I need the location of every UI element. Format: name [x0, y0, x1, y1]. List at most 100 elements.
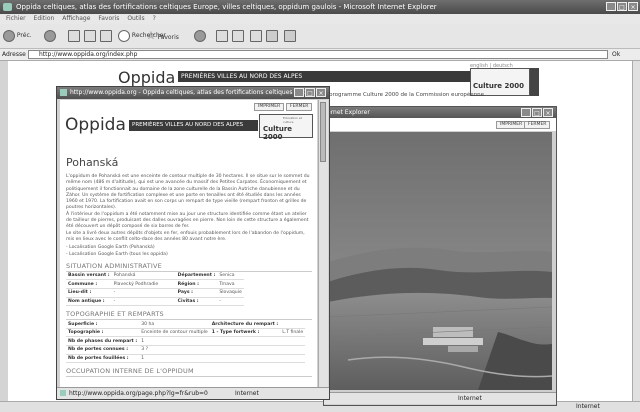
- menu-item-tools[interactable]: Outils: [127, 15, 144, 22]
- popup-minimize-button[interactable]: _: [294, 88, 304, 97]
- history-button[interactable]: [194, 29, 206, 43]
- photo-status-zone: Internet: [458, 395, 482, 402]
- menu-item-favorites[interactable]: Favoris: [98, 15, 119, 22]
- popup-body: Pohanská L'oppidum de Pohanská est une e…: [66, 156, 312, 378]
- home-icon: [100, 29, 112, 42]
- admin-table: Bassin versant : Pohanská Département : Sen…: [66, 271, 244, 307]
- table-row: Nb de portes connues :3 ?: [66, 345, 306, 355]
- edit-icon: [250, 29, 262, 42]
- table-row: Nb de portes fouillées :1: [66, 354, 306, 364]
- address-label: Adresse: [2, 51, 26, 58]
- mail-button[interactable]: [216, 29, 228, 43]
- photo-window-title: ernet Explorer: [327, 109, 370, 116]
- page-icon: [60, 390, 66, 396]
- messenger-icon: [284, 29, 296, 42]
- popup-tagline: PREMIÈRES VILLES AU NORD DES ALPES: [129, 120, 258, 131]
- table-row: Commune : Plavecký Podhradie Région : Trnav…: [66, 279, 244, 290]
- history-icon: [194, 29, 206, 42]
- menu-item-help[interactable]: ?: [153, 15, 156, 22]
- topography-table: Superficie :30 ha Architecture du rempart…: [66, 320, 306, 364]
- photo-maximize-button[interactable]: □: [532, 108, 542, 117]
- aerial-photo: [328, 132, 552, 390]
- photo-close-button[interactable]: ×: [543, 108, 553, 117]
- popup-logo: Oppida: [65, 115, 126, 135]
- background-tagline: PREMIÈRES VILLES AU NORD DES ALPES: [178, 71, 471, 82]
- main-title-bar: Oppida celtiques, atlas des fortificatio…: [0, 0, 640, 14]
- menu-item-edit[interactable]: Edition: [34, 15, 55, 22]
- popup-culture-logo: Culture 2000: [263, 125, 293, 141]
- popup-close-link[interactable]: FERMER: [286, 103, 313, 111]
- home-button[interactable]: [100, 29, 112, 43]
- section-topography: TOPOGRAPHIE ET REMPARTS: [66, 310, 312, 321]
- popup-scroll-thumb[interactable]: [320, 102, 326, 162]
- popup-status-url: http://www.oppida.org/page.php?lg=fr&rub…: [69, 390, 208, 397]
- table-row: Nb de phases du rempart :1: [66, 336, 306, 346]
- popup-window: http://www.oppida.org - Oppida celtiques…: [56, 86, 330, 400]
- address-bar: Adresse http://www.oppida.org/index.php …: [0, 49, 640, 61]
- photo-minimize-button[interactable]: _: [521, 108, 531, 117]
- popup-ie-icon: [60, 89, 67, 96]
- popup-close-button[interactable]: ×: [316, 88, 326, 97]
- popup-status-zone: Internet: [235, 390, 259, 397]
- print-button[interactable]: [232, 29, 244, 43]
- section-occupation: OCCUPATION INTERNE DE L'OPPIDUM: [66, 367, 312, 378]
- popup-print-button[interactable]: IMPRIMER: [254, 103, 285, 111]
- popup-maximize-button[interactable]: □: [305, 88, 315, 97]
- side-strip: [530, 68, 539, 96]
- menu-item-file[interactable]: Fichier: [6, 15, 26, 22]
- paragraph-1: L'oppidum de Pohanská est une enceinte d…: [66, 174, 310, 211]
- favorites-button[interactable]: ☆ Favoris: [146, 29, 179, 43]
- popup-culture-small: Education et culture: [283, 116, 302, 124]
- popup-status-bar: http://www.oppida.org/page.php?lg=fr&rub…: [57, 387, 329, 399]
- stop-icon: [68, 29, 80, 42]
- popup-toolbar: IMPRIMER FERMER: [60, 100, 317, 111]
- culture-logo: Culture 2000: [473, 82, 524, 90]
- refresh-button[interactable]: [84, 29, 96, 43]
- program-text: programme Culture 2000 de la Commission …: [329, 92, 485, 98]
- star-icon: ☆: [146, 29, 156, 42]
- photo-print-button[interactable]: IMPRIMER: [496, 121, 527, 129]
- discuss-icon: [266, 29, 278, 42]
- table-row: Topographie : Enceinte de contour multipl…: [66, 328, 306, 338]
- popup-scrollbar[interactable]: [318, 100, 328, 387]
- popup-page: IMPRIMER FERMER Oppida PREMIÈRES VILLES …: [60, 100, 317, 387]
- popup-banner: Oppida PREMIÈRES VILLES AU NORD DES ALPE…: [63, 112, 313, 141]
- forward-button[interactable]: [44, 29, 56, 43]
- section-admin: SITUATION ADMINISTRATIVE: [66, 262, 312, 272]
- stop-button[interactable]: [68, 29, 80, 43]
- table-row: Lieu-dit : - Pays : Slovaquie: [66, 288, 244, 298]
- background-logo: Oppida: [118, 68, 176, 87]
- photo-status-bar: Internet: [324, 392, 556, 404]
- google-earth-link-all[interactable]: - Localisation Google Earth (tous les op…: [66, 252, 312, 258]
- table-row: Superficie :30 ha Architecture du rempart…: [66, 320, 306, 329]
- go-button[interactable]: Ok: [612, 49, 620, 60]
- paragraph-2: À l'intérieur de l'oppidum a été notamme…: [66, 211, 309, 230]
- menu-bar: Fichier Edition Affichage Favoris Outils…: [0, 14, 640, 24]
- photo-window: ernet Explorer _ □ × IMPRIMER FERMER Int…: [323, 106, 557, 406]
- popup-title: http://www.oppida.org - Oppida celtiques…: [70, 89, 310, 96]
- aerial-photo-image: [328, 132, 552, 390]
- print-icon: [232, 29, 244, 42]
- address-input[interactable]: http://www.oppida.org/index.php: [28, 50, 608, 59]
- ie-icon: [3, 3, 12, 11]
- table-row: Bassin versant : Pohanská Département : Sen…: [66, 271, 244, 281]
- minimize-button[interactable]: _: [606, 2, 616, 11]
- mail-icon: [216, 29, 228, 42]
- main-window-title: Oppida celtiques, atlas des fortificatio…: [16, 3, 437, 11]
- photo-toolbar: IMPRIMER FERMER: [324, 118, 556, 131]
- discuss-button[interactable]: [266, 29, 278, 43]
- back-button[interactable]: Préc.: [3, 29, 32, 43]
- main-scrollbar[interactable]: [632, 61, 640, 401]
- menu-item-view[interactable]: Affichage: [62, 15, 90, 22]
- paragraph-3: Le site a livré deux autres dépôts d'obj…: [66, 230, 305, 242]
- forward-icon: [44, 29, 56, 42]
- search-icon: [118, 29, 130, 42]
- site-heading: Pohanská: [66, 156, 119, 169]
- back-icon: [3, 29, 15, 42]
- close-button[interactable]: ×: [628, 2, 638, 11]
- messenger-button[interactable]: [284, 29, 296, 43]
- toolbar: Préc. Rechercher ☆ Favoris: [0, 24, 640, 49]
- edit-button[interactable]: [250, 29, 262, 43]
- maximize-button[interactable]: □: [617, 2, 627, 11]
- photo-close-link[interactable]: FERMER: [524, 121, 551, 129]
